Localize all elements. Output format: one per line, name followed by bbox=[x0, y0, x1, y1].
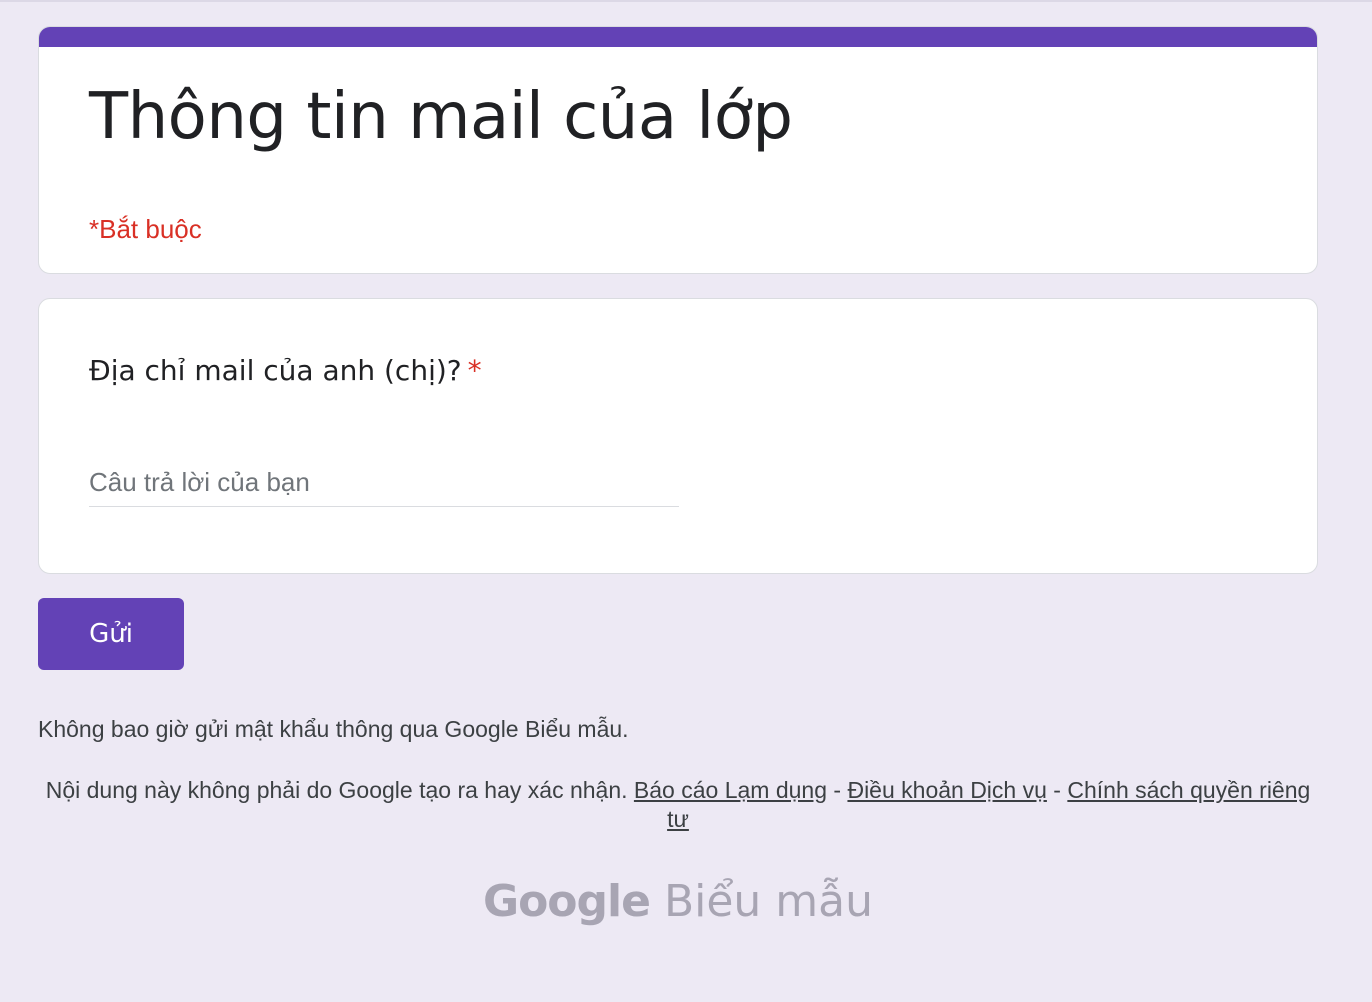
question-title: Địa chỉ mail của anh (chị)? * bbox=[89, 353, 482, 389]
question-card: Địa chỉ mail của anh (chị)? * bbox=[38, 298, 1318, 574]
form-title: Thông tin mail của lớp bbox=[89, 80, 793, 154]
brand-google-wordmark: Google bbox=[482, 876, 651, 927]
form-header-card: Thông tin mail của lớp *Bắt buộc bbox=[38, 26, 1318, 274]
google-forms-logo[interactable]: Google Biểu mẫu bbox=[38, 872, 1318, 932]
report-abuse-link[interactable]: Báo cáo Lạm dụng bbox=[634, 777, 827, 803]
link-separator: - bbox=[833, 777, 842, 803]
submit-button[interactable]: Gửi bbox=[38, 598, 184, 670]
brand-product-name: Biểu mẫu bbox=[663, 876, 874, 927]
required-note: *Bắt buộc bbox=[89, 214, 202, 244]
email-answer-input[interactable] bbox=[89, 459, 679, 507]
question-label: Địa chỉ mail của anh (chị)? bbox=[89, 354, 462, 387]
header-accent-bar bbox=[39, 27, 1317, 47]
disclaimer: Nội dung này không phải do Google tạo ra… bbox=[38, 776, 1318, 834]
link-separator: - bbox=[1053, 777, 1061, 803]
password-warning: Không bao giờ gửi mật khẩu thông qua Goo… bbox=[38, 716, 629, 742]
disclaimer-text: Nội dung này không phải do Google tạo ra… bbox=[45, 777, 628, 803]
required-asterisk: * bbox=[467, 354, 482, 387]
terms-of-service-link[interactable]: Điều khoản Dịch vụ bbox=[847, 777, 1046, 803]
